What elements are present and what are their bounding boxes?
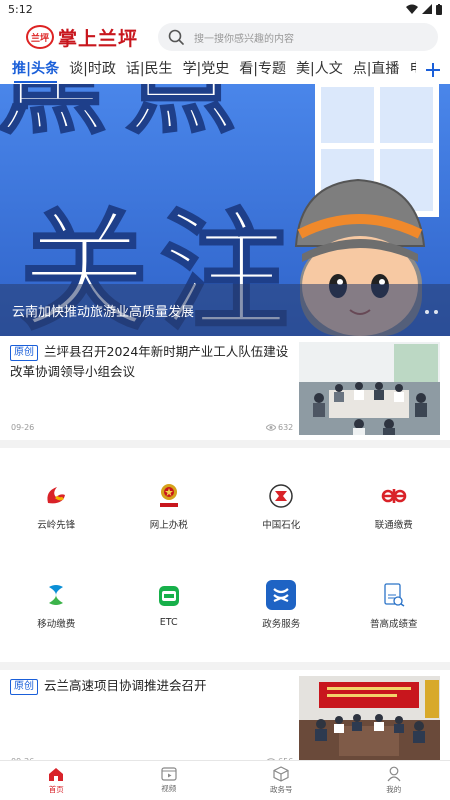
- tab-headlines[interactable]: 推|头条: [12, 56, 59, 84]
- nav-label: 视频: [161, 784, 177, 793]
- service-unicom-payment[interactable]: 联通缴费: [338, 456, 450, 555]
- home-icon: [49, 767, 64, 781]
- banner-headline-char: 点: [126, 84, 236, 148]
- news-thumbnail: [299, 342, 440, 435]
- status-bar: 5:12: [0, 0, 450, 18]
- section-divider: [0, 662, 450, 670]
- nav-label: 政务号: [270, 785, 293, 794]
- service-mobile-payment[interactable]: 移动缴费: [0, 555, 113, 654]
- tab-culture[interactable]: 美|人文: [296, 56, 343, 84]
- add-channel-button[interactable]: [416, 56, 450, 84]
- search-icon: [168, 29, 184, 45]
- news-meta: 09-26: [11, 423, 292, 432]
- service-label: 政务服务: [262, 618, 301, 630]
- wifi-icon: [406, 4, 418, 14]
- tab-topics[interactable]: 看|专题: [239, 56, 286, 84]
- yunling-pioneer-icon: [40, 481, 72, 511]
- meeting-photo: [299, 342, 440, 435]
- services-grid: 云岭先锋 网上办税 中国石化 联通缴费 移动缴费 ETC 政务服务 普高成绩查: [0, 448, 450, 662]
- service-etc[interactable]: ETC: [113, 555, 226, 654]
- logo-seal: 兰坪: [26, 25, 54, 49]
- nav-label: 首页: [48, 784, 64, 794]
- pagination-dot: [434, 310, 438, 314]
- app-logo: 兰坪 掌上兰坪: [26, 24, 138, 51]
- service-yunling-pioneer[interactable]: 云岭先锋: [0, 456, 113, 555]
- news-title-text: 兰坪县召开2024年新时期产业工人队伍建设改革协调领导小组会议: [10, 344, 289, 379]
- user-icon: [387, 766, 401, 782]
- service-sinopec[interactable]: 中国石化: [225, 456, 338, 555]
- banner-carousel[interactable]: 焦 点 关 注 云南加快推动旅游业高质量发展: [0, 84, 450, 336]
- section-divider: [0, 440, 450, 448]
- service-label: 中国石化: [262, 519, 301, 531]
- channel-tabs: 推|头条 谈|时政 话|民生 学|党史 看|专题 美|人文 点|直播 电视: [0, 56, 450, 84]
- service-label: 移动缴费: [37, 618, 76, 630]
- nav-gov-account[interactable]: 政务号: [225, 761, 338, 800]
- tab-livelihood[interactable]: 话|民生: [126, 56, 173, 84]
- etc-icon: [153, 581, 185, 611]
- status-time: 5:12: [8, 2, 33, 16]
- banner-headline-char: 焦: [0, 84, 106, 148]
- logo-text: 掌上兰坪: [58, 27, 139, 50]
- news-thumbnail: [299, 676, 440, 769]
- sinopec-icon: [265, 481, 297, 511]
- battery-icon: [436, 3, 442, 15]
- pagination-dot: [425, 310, 429, 314]
- gov-service-icon: [265, 579, 297, 610]
- banner-caption: 云南加快推动旅游业高质量发展: [0, 284, 450, 336]
- service-score-query[interactable]: 普高成绩查: [338, 555, 450, 654]
- news-view-count: 632: [278, 423, 294, 432]
- service-gov-service[interactable]: 政务服务: [225, 555, 338, 654]
- news-title-text: 云兰高速项目协调推进会召开: [44, 678, 207, 693]
- app-screen: 5:12 兰坪 掌上兰坪 搜一搜你感兴趣的内容 推|头条 谈|时政 话|民生 学…: [0, 0, 450, 800]
- search-bar[interactable]: 搜一搜你感兴趣的内容: [158, 23, 438, 51]
- tax-emblem-icon: [153, 481, 185, 511]
- news-views: 632: [266, 423, 293, 432]
- service-online-tax[interactable]: 网上办税: [113, 456, 226, 555]
- original-tag: 原创: [10, 345, 38, 361]
- unicom-icon: [378, 481, 410, 511]
- service-label: 云岭先锋: [37, 519, 76, 531]
- status-icons: [406, 3, 442, 15]
- tab-party-history[interactable]: 学|党史: [183, 56, 230, 84]
- bottom-navigation: 首页 视频 政务号 我的: [0, 760, 450, 800]
- plus-icon: [426, 63, 440, 77]
- search-placeholder: 搜一搜你感兴趣的内容: [194, 33, 294, 45]
- original-tag: 原创: [10, 679, 38, 695]
- score-query-icon: [378, 580, 410, 610]
- news-title: 原创 兰坪县召开2024年新时期产业工人队伍建设改革协调领导小组会议: [10, 342, 293, 382]
- header: 兰坪 掌上兰坪 搜一搜你感兴趣的内容: [0, 18, 450, 56]
- nav-profile[interactable]: 我的: [338, 761, 450, 800]
- tab-politics[interactable]: 谈|时政: [69, 56, 116, 84]
- meeting-photo: [299, 676, 440, 769]
- service-label: 联通缴费: [374, 519, 413, 531]
- banner-pagination: [425, 310, 438, 314]
- video-icon: [161, 767, 177, 781]
- service-label: 网上办税: [149, 519, 188, 531]
- service-label: ETC: [159, 617, 178, 628]
- nav-label: 我的: [386, 785, 402, 794]
- box-icon: [273, 766, 289, 782]
- nav-home[interactable]: 首页: [0, 761, 113, 800]
- eye-icon: [266, 424, 276, 431]
- news-title: 原创 云兰高速项目协调推进会召开: [10, 676, 293, 696]
- service-label: 普高成绩查: [369, 618, 418, 630]
- news-item[interactable]: 原创 兰坪县召开2024年新时期产业工人队伍建设改革协调领导小组会议 09-26…: [0, 336, 450, 440]
- signal-icon: [422, 4, 432, 14]
- nav-video[interactable]: 视频: [113, 761, 226, 800]
- tab-live[interactable]: 点|直播: [353, 56, 400, 84]
- news-item[interactable]: 原创云兰高速项目协调推进会召开 09-26: [0, 670, 450, 774]
- news-date: 09-26: [11, 423, 35, 432]
- banner-caption-text: 云南加快推动旅游业高质量发展: [12, 304, 195, 320]
- china-mobile-icon: [40, 580, 72, 610]
